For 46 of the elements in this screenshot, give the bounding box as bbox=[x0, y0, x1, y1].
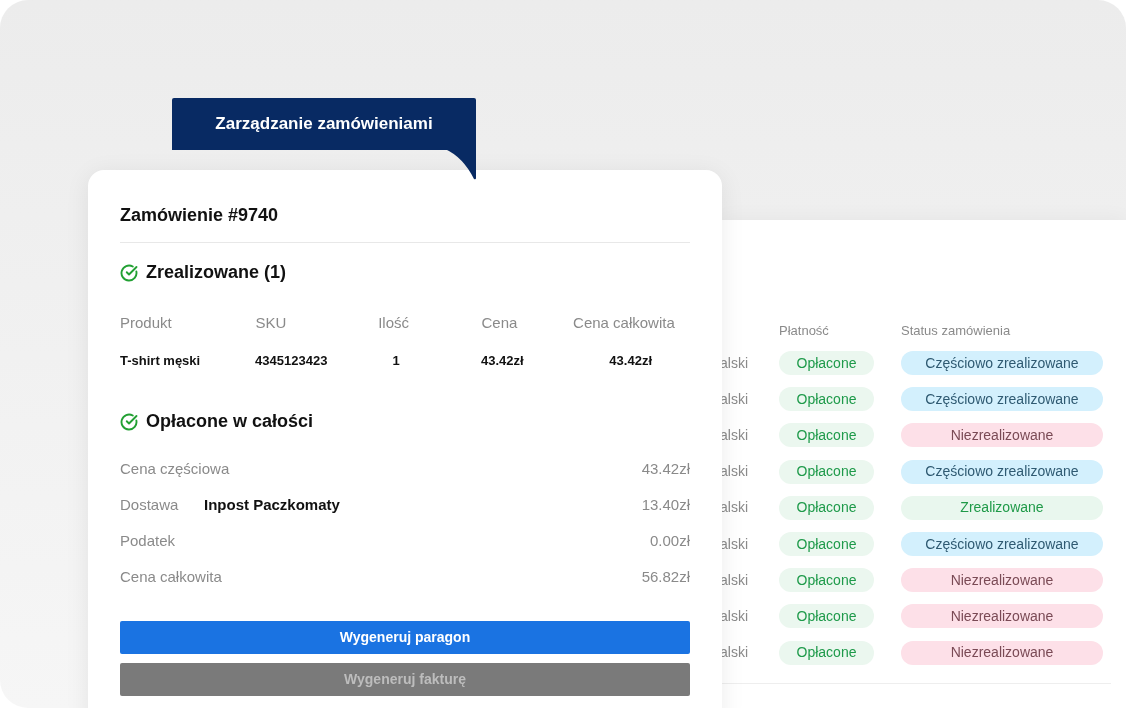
check-circle-icon bbox=[120, 412, 138, 431]
payment-status-pill: Opłacone bbox=[779, 423, 874, 448]
payment-status-pill: Opłacone bbox=[779, 495, 874, 520]
order-status-pill: Zrealizowane bbox=[901, 495, 1103, 520]
order-status-pill: Częściowo zrealizowane bbox=[901, 532, 1103, 557]
column-header: SKU bbox=[255, 314, 287, 331]
payment-status-pill: Opłacone bbox=[779, 459, 874, 484]
payment-status-pill: Opłacone bbox=[779, 568, 874, 593]
column-header: Cena bbox=[481, 314, 518, 331]
order-status-pill: Niezrealizowane bbox=[901, 604, 1103, 629]
order-status-pill: Niezrealizowane bbox=[901, 640, 1103, 665]
column-header: Płatność bbox=[779, 322, 830, 341]
order-status-pill: Częściowo zrealizowane bbox=[901, 459, 1103, 484]
table-cell: 43.42zł bbox=[481, 352, 524, 368]
order-status-pill: Niezrealizowane bbox=[901, 423, 1103, 448]
column-header: Ilość bbox=[378, 314, 410, 331]
column-header: Produkt bbox=[120, 314, 172, 331]
payment-status-pill: Opłacone bbox=[779, 387, 874, 412]
order-status-pill: Częściowo zrealizowane bbox=[901, 387, 1103, 412]
summary-value: 13.40zł bbox=[641, 494, 690, 515]
summary-value: 0.00zł bbox=[649, 530, 690, 551]
order-status-pill: Niezrealizowane bbox=[901, 568, 1103, 593]
callout-tail bbox=[445, 149, 476, 180]
table-cell: 1 bbox=[392, 352, 400, 368]
order-status-pill: Częściowo zrealizowane bbox=[901, 351, 1103, 376]
column-header: Status zamówienia bbox=[901, 322, 1011, 341]
check-circle-icon bbox=[120, 263, 138, 282]
table-cell: T-shirt męski bbox=[120, 352, 201, 368]
summary-label: Cena częściowa bbox=[120, 458, 230, 479]
payment-status-pill: Opłacone bbox=[779, 604, 874, 629]
payment-status-pill: Opłacone bbox=[779, 532, 874, 557]
summary-label: Podatek bbox=[120, 530, 177, 551]
payment-status-pill: Opłacone bbox=[779, 640, 874, 665]
summary-label: Dostawa bbox=[120, 494, 180, 515]
section-heading: Opłacone w całości bbox=[146, 410, 314, 433]
order-title: Zamówienie #9740 bbox=[120, 204, 280, 227]
table-cell: 43.42zł bbox=[609, 352, 652, 368]
column-header: Cena całkowita bbox=[573, 314, 675, 331]
shipping-method: Inpost Paczkomaty bbox=[204, 494, 340, 515]
summary-value: 43.42zł bbox=[641, 458, 690, 479]
summary-value: 56.82zł bbox=[641, 566, 690, 587]
generate-button[interactable]: Wygeneruj paragon bbox=[120, 621, 690, 654]
summary-label: Cena całkowita bbox=[120, 566, 222, 587]
payment-status-pill: Opłacone bbox=[779, 351, 874, 376]
table-cell: 4345123423 bbox=[255, 352, 328, 368]
section-heading: Zrealizowane (1) bbox=[146, 261, 287, 284]
